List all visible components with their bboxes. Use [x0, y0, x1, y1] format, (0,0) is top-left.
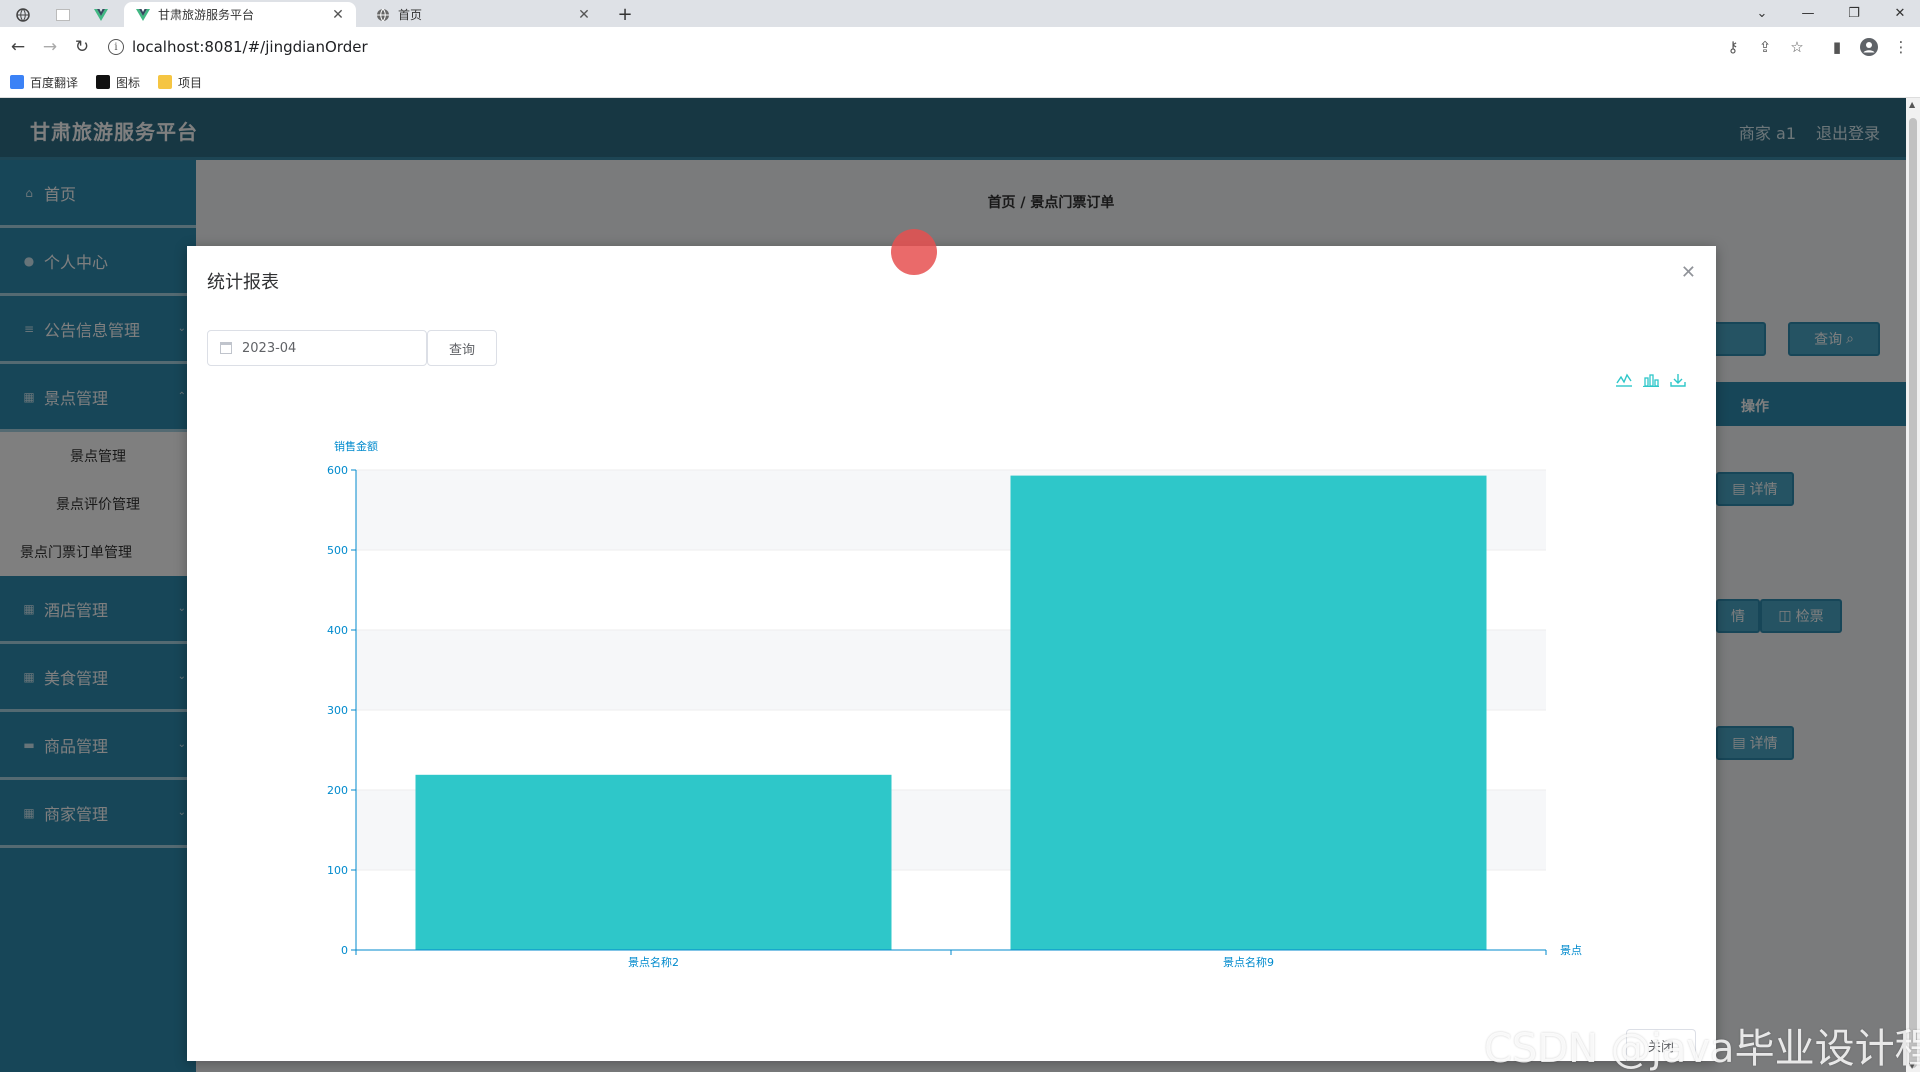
share-icon[interactable]: ⇪	[1752, 34, 1778, 60]
bookmarks-bar: 百度翻译 图标 项目	[0, 67, 1920, 98]
y-tick-label: 0	[341, 944, 348, 957]
sales-bar-chart: 0 100 200 300 400 500 600 景点名称2 景点名称9 销售金额 景点	[327, 439, 1582, 969]
browser-toolbar: ← → ↻ i localhost:8081/#/jingdianOrder ⚷…	[0, 27, 1920, 67]
close-tab-icon[interactable]: ✕	[330, 7, 346, 23]
profile-icon[interactable]	[1856, 34, 1882, 60]
side-panel-icon[interactable]: ▮	[1824, 34, 1850, 60]
globe-tab-icon[interactable]	[8, 2, 38, 27]
bar-景点名称2	[415, 774, 892, 950]
y-tick-label: 600	[327, 464, 348, 477]
bar-景点名称9	[1010, 475, 1487, 950]
translate-icon	[10, 75, 24, 89]
minimize-icon[interactable]: —	[1788, 0, 1828, 27]
folder-icon	[158, 75, 173, 89]
x-tick-label: 景点名称9	[1223, 955, 1274, 969]
month-picker[interactable]: 2023-04	[207, 330, 427, 366]
globe-icon	[377, 8, 389, 21]
close-tab-icon[interactable]: ✕	[576, 7, 592, 23]
blank-tab-icon[interactable]	[48, 2, 78, 27]
page-scrollbar[interactable]: ▲ ▼	[1906, 98, 1920, 1072]
bookmark-item[interactable]: 百度翻译	[10, 74, 78, 91]
bookmark-label: 项目	[178, 75, 203, 90]
bookmark-item[interactable]: 项目	[158, 74, 202, 91]
y-tick-label: 400	[327, 624, 348, 637]
reload-icon[interactable]: ↻	[68, 33, 96, 61]
y-tick-label: 200	[327, 784, 348, 797]
close-icon[interactable]: ✕	[1681, 262, 1696, 283]
tab-title: 甘肃旅游服务平台	[158, 8, 255, 22]
statistics-dialog: 统计报表 ✕ 2023-04 查询 0 100 200 300 400 500 600 景点名…	[187, 246, 1716, 1061]
query-button[interactable]: 查询	[427, 330, 497, 366]
restore-icon[interactable]: ❐	[1834, 0, 1874, 27]
forward-icon[interactable]: →	[36, 33, 64, 61]
password-key-icon[interactable]: ⚷	[1720, 34, 1746, 60]
bookmark-label: 图标	[116, 75, 141, 90]
tab-search-icon[interactable]: ⌄	[1742, 0, 1782, 27]
tab-active[interactable]: 甘肃旅游服务平台 ✕	[124, 2, 356, 27]
y-tick-label: 500	[327, 544, 348, 557]
watermark: CSDN @java毕业设计程序	[1484, 1026, 1920, 1072]
tab-home[interactable]: 首页 ✕	[364, 2, 602, 27]
tab-title: 首页	[398, 8, 423, 22]
bookmark-label: 百度翻译	[30, 75, 79, 90]
menu-kebab-icon[interactable]: ⋮	[1888, 34, 1914, 60]
y-axis-label: 销售金额	[334, 439, 378, 453]
vue-tab-icon[interactable]	[86, 2, 116, 27]
browser-tab-bar: 甘肃旅游服务平台 ✕ 首页 ✕ + ⌄ — ❐ ✕	[0, 0, 1920, 27]
month-picker-value: 2023-04	[242, 340, 297, 356]
dialog-title: 统计报表	[207, 272, 279, 293]
bookmark-item[interactable]: 图标	[96, 74, 140, 91]
scroll-up-icon[interactable]: ▲	[1909, 100, 1915, 109]
y-tick-label: 300	[327, 704, 348, 717]
scrollbar-thumb[interactable]	[1909, 118, 1917, 1068]
x-axis-label: 景点	[1560, 944, 1582, 957]
image-icon	[96, 75, 111, 89]
address-bar[interactable]: i localhost:8081/#/jingdianOrder	[108, 33, 1738, 61]
calendar-icon	[220, 342, 232, 354]
y-tick-label: 100	[327, 864, 348, 877]
x-tick-label: 景点名称2	[628, 955, 679, 969]
bookmark-star-icon[interactable]: ☆	[1784, 34, 1810, 60]
close-window-icon[interactable]: ✕	[1880, 0, 1920, 27]
new-tab-icon[interactable]: +	[612, 2, 638, 27]
site-info-icon[interactable]: i	[108, 39, 124, 55]
address-text: localhost:8081/#/jingdianOrder	[132, 38, 368, 56]
cursor-highlight	[891, 229, 937, 275]
vue-logo-icon	[136, 8, 150, 21]
back-icon[interactable]: ←	[4, 33, 32, 61]
